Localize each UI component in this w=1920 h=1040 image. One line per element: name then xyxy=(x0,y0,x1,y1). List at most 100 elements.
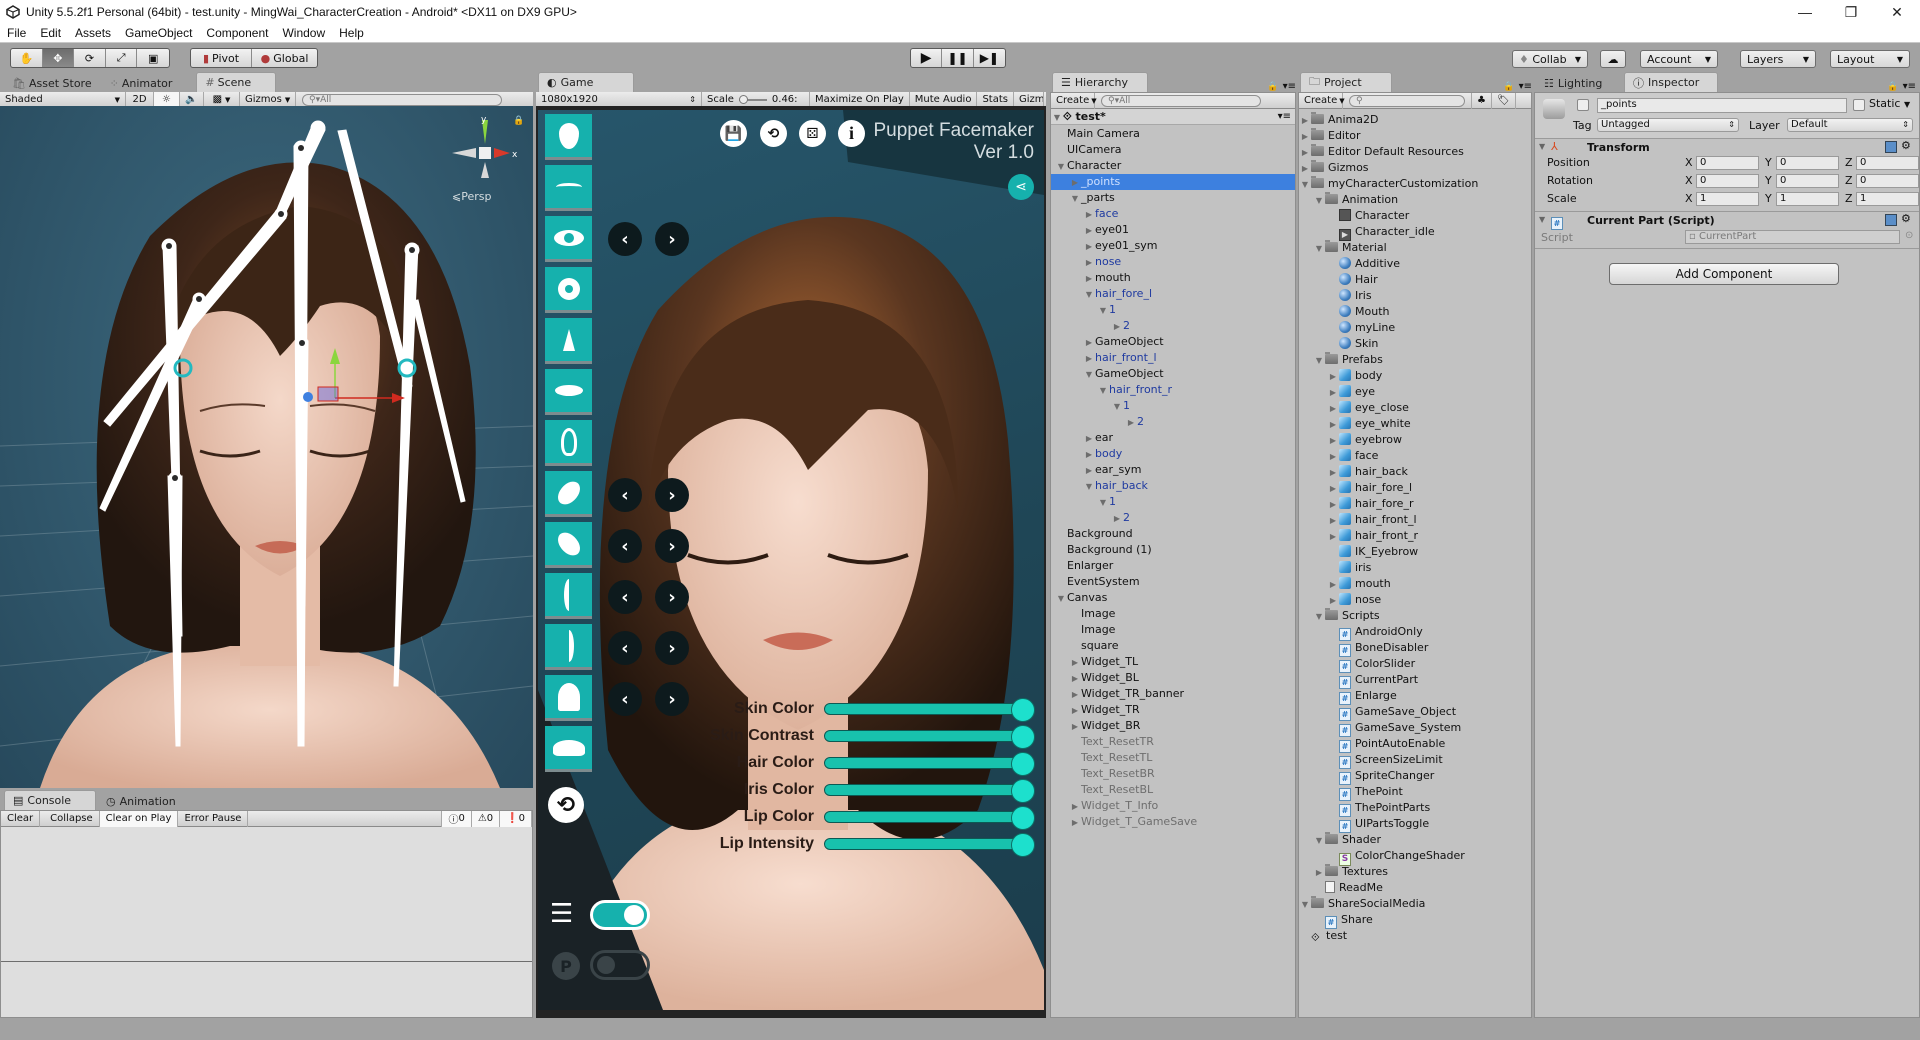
slider-knob[interactable] xyxy=(1011,725,1035,749)
expand-arrow-icon[interactable]: ▼ xyxy=(1299,177,1311,193)
project-search-input[interactable]: ⚲ xyxy=(1349,94,1465,107)
project-item[interactable]: ▶ hair_front_l xyxy=(1299,512,1531,528)
project-item[interactable]: # GameSave_Object xyxy=(1299,704,1531,721)
project-item[interactable]: ▼ Shader xyxy=(1299,832,1531,848)
hierarchy-item[interactable]: Text_ResetTL xyxy=(1051,750,1295,766)
collapse-arrow-icon[interactable]: ▶ xyxy=(1083,239,1095,255)
slider-knob[interactable] xyxy=(1011,779,1035,803)
menu-window[interactable]: Window xyxy=(275,26,332,40)
expand-arrow-icon[interactable]: ▼ xyxy=(1313,609,1325,625)
collapse-arrow-icon[interactable]: ▶ xyxy=(1327,481,1339,497)
project-item[interactable]: ▼ Scripts xyxy=(1299,608,1531,624)
orientation-gizmo[interactable]: y x ⩽Persp 🔒 xyxy=(440,115,530,206)
hierarchy-item[interactable]: ▶ mouth xyxy=(1051,270,1295,286)
project-item[interactable]: myLine xyxy=(1299,320,1531,336)
hierarchy-item[interactable]: Background xyxy=(1051,526,1295,542)
xy-plane-handle[interactable] xyxy=(317,386,339,402)
expand-arrow-icon[interactable]: ▼ xyxy=(1111,399,1123,415)
collapse-arrow-icon[interactable]: ▶ xyxy=(1069,815,1081,831)
slider-knob[interactable] xyxy=(1011,833,1035,857)
panel-menu-icon[interactable]: ▾≡ xyxy=(1903,81,1916,92)
next-hair-fore-left-button[interactable]: › xyxy=(655,580,689,614)
error-filter-toggle[interactable]: ❗ 0 xyxy=(500,810,532,827)
color-slider[interactable] xyxy=(824,779,1035,803)
project-item[interactable]: Iris xyxy=(1299,288,1531,304)
scale-y-field[interactable]: 1 xyxy=(1776,192,1839,206)
collapse-arrow-icon[interactable]: ▶ xyxy=(1327,465,1339,481)
info-button[interactable]: i xyxy=(838,120,865,147)
save-button[interactable]: 💾 xyxy=(720,120,747,147)
collapse-arrow-icon[interactable]: ▶ xyxy=(1327,433,1339,449)
prev-hair-front-left-button[interactable]: ‹ xyxy=(608,478,642,512)
scale-tool-button[interactable]: ⤢ xyxy=(106,49,138,67)
collapse-arrow-icon[interactable]: ▶ xyxy=(1069,687,1081,703)
expand-arrow-icon[interactable]: ▼ xyxy=(1299,897,1311,913)
collapse-arrow-icon[interactable]: ▶ xyxy=(1125,415,1137,431)
hierarchy-item[interactable]: ▶ Widget_BL xyxy=(1051,670,1295,686)
hierarchy-item[interactable]: ▶ Widget_T_GameSave xyxy=(1051,814,1295,830)
lock-icon[interactable]: 🔒 xyxy=(513,116,524,126)
project-item[interactable]: ▶ hair_fore_r xyxy=(1299,496,1531,512)
project-item[interactable]: ▼ Animation xyxy=(1299,192,1531,208)
expand-arrow-icon[interactable]: ▼ xyxy=(1097,303,1109,319)
menu-component[interactable]: Component xyxy=(199,26,275,40)
next-hair-fore-right-button[interactable]: › xyxy=(655,631,689,665)
scene-view[interactable]: y x ⩽Persp 🔒 xyxy=(0,106,533,788)
collapse-button[interactable]: Collapse xyxy=(44,810,100,827)
expand-arrow-icon[interactable]: ▼ xyxy=(1083,287,1095,303)
project-item[interactable]: # Enlarge xyxy=(1299,688,1531,705)
rotate-tool-button[interactable]: ⟳ xyxy=(74,49,106,67)
position-x-field[interactable]: 0 xyxy=(1696,156,1759,170)
hierarchy-item[interactable]: ▶ Widget_TL xyxy=(1051,654,1295,670)
expand-arrow-icon[interactable]: ▼ xyxy=(1539,142,1545,151)
x-axis-cone[interactable] xyxy=(494,148,510,158)
restore-button[interactable]: ❐ xyxy=(1828,0,1874,24)
project-item[interactable]: ▼ ShareSocialMedia xyxy=(1299,896,1531,912)
x-axis-label[interactable]: X xyxy=(1685,156,1693,169)
menu-edit[interactable]: Edit xyxy=(33,26,68,40)
prev-hair-front-right-button[interactable]: ‹ xyxy=(608,529,642,563)
project-item[interactable]: # BoneDisabler xyxy=(1299,640,1531,657)
hierarchy-item[interactable]: ▶ eye01 xyxy=(1051,222,1295,238)
panel-menu-icon[interactable]: ▾≡ xyxy=(1519,81,1532,92)
hierarchy-item[interactable]: ▶ ear xyxy=(1051,430,1295,446)
hierarchy-item[interactable]: UICamera xyxy=(1051,142,1295,158)
tab-asset-store[interactable]: 🛍 Asset Store xyxy=(4,74,100,92)
filter-by-label-button[interactable]: 🏷 xyxy=(1492,92,1516,109)
tab-project[interactable]: 🗀 Project xyxy=(1300,72,1392,92)
static-dropdown[interactable]: Static ▼ xyxy=(1869,97,1910,110)
collapse-arrow-icon[interactable]: ▶ xyxy=(1069,799,1081,815)
move-tool-button[interactable]: ✥ xyxy=(42,49,75,67)
active-checkbox[interactable] xyxy=(1577,99,1589,111)
scale-z-field[interactable]: 1 xyxy=(1856,192,1919,206)
hierarchy-item[interactable]: ▶ hair_front_l xyxy=(1051,350,1295,366)
scene-menu-icon[interactable]: ▾≡ xyxy=(1278,109,1291,125)
slider-knob[interactable] xyxy=(1011,806,1035,830)
hierarchy-item[interactable]: Text_ResetTR xyxy=(1051,734,1295,750)
hierarchy-item[interactable]: ▶ 2 xyxy=(1051,510,1295,526)
color-slider[interactable] xyxy=(824,833,1035,857)
y-axis-label[interactable]: Y xyxy=(1765,174,1772,187)
console-divider[interactable] xyxy=(1,961,532,962)
hierarchy-item[interactable]: Main Camera xyxy=(1051,126,1295,142)
project-item[interactable]: ▶ hair_front_r xyxy=(1299,528,1531,544)
hierarchy-item[interactable]: ▶ GameObject xyxy=(1051,334,1295,350)
project-item[interactable]: ▼ Material xyxy=(1299,240,1531,256)
part-button-ear[interactable] xyxy=(545,420,592,466)
collapse-arrow-icon[interactable]: ▶ xyxy=(1327,513,1339,529)
project-item[interactable]: ▶ Textures xyxy=(1299,864,1531,880)
center-cube[interactable] xyxy=(479,147,491,159)
part-button-hair-front-right[interactable] xyxy=(545,522,592,568)
collapse-arrow-icon[interactable]: ▶ xyxy=(1327,497,1339,513)
project-item[interactable]: ReadMe xyxy=(1299,880,1531,896)
collapse-arrow-icon[interactable]: ▶ xyxy=(1327,369,1339,385)
randomize-button[interactable]: ⚄ xyxy=(799,120,826,147)
menu-file[interactable]: File xyxy=(0,26,33,40)
project-item[interactable]: ▶ Anima2D xyxy=(1299,112,1531,128)
play-button[interactable]: ▶ xyxy=(911,49,943,67)
collapse-arrow-icon[interactable]: ▶ xyxy=(1069,703,1081,719)
hierarchy-item[interactable]: ▶ _points xyxy=(1051,174,1295,190)
gear-icon[interactable]: ⚙ xyxy=(1901,212,1911,225)
project-item[interactable]: Mouth xyxy=(1299,304,1531,320)
expand-arrow-icon[interactable]: ▼ xyxy=(1539,215,1545,224)
